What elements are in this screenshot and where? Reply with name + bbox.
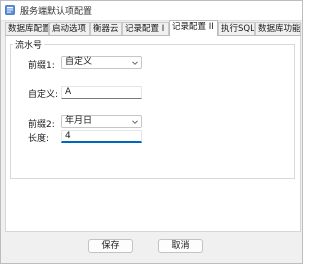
tab-record-config-2[interactable]: 记录配置 II (169, 20, 218, 36)
prefix1-label: 前缀1: (28, 61, 55, 71)
length-input[interactable]: 4 (61, 130, 142, 143)
tab-strip: 数据库配置 启动选项 衡器云 记录配置 I 记录配置 II 执行SQL 数据库功… (5, 20, 301, 36)
group-label: 流水号 (13, 38, 45, 51)
window-title: 服务端默认项配置 (20, 7, 93, 17)
prefix1-select[interactable]: 自定义 (61, 56, 142, 69)
length-label: 长度: (28, 134, 50, 144)
chevron-down-icon (132, 61, 138, 65)
dialog-window: 服务端默认项配置 数据库配置 启动选项 衡器云 记录配置 I 记录配置 II 执… (0, 0, 303, 264)
tab-scale-cloud[interactable]: 衡器云 (90, 22, 122, 35)
chevron-down-icon (132, 120, 138, 124)
cancel-button[interactable]: 取消 (158, 239, 203, 253)
custom-label: 自定义: (28, 90, 59, 100)
prefix2-select[interactable]: 年月日 (61, 115, 142, 128)
tab-execute-sql[interactable]: 执行SQL (218, 22, 255, 35)
prefix1-value: 自定义 (65, 57, 93, 67)
tab-database-config[interactable]: 数据库配置 (5, 22, 49, 35)
custom-input[interactable]: A (61, 86, 142, 99)
save-button[interactable]: 保存 (88, 239, 133, 253)
tab-record-config-1[interactable]: 记录配置 I (122, 22, 169, 35)
prefix2-label: 前缀2: (28, 120, 55, 130)
title-bar: 服务端默认项配置 (1, 1, 302, 21)
tab-startup-options[interactable]: 启动选项 (49, 22, 90, 35)
prefix2-value: 年月日 (65, 116, 93, 126)
tab-database-functions[interactable]: 数据库功能 (255, 22, 301, 35)
app-icon (5, 5, 15, 15)
